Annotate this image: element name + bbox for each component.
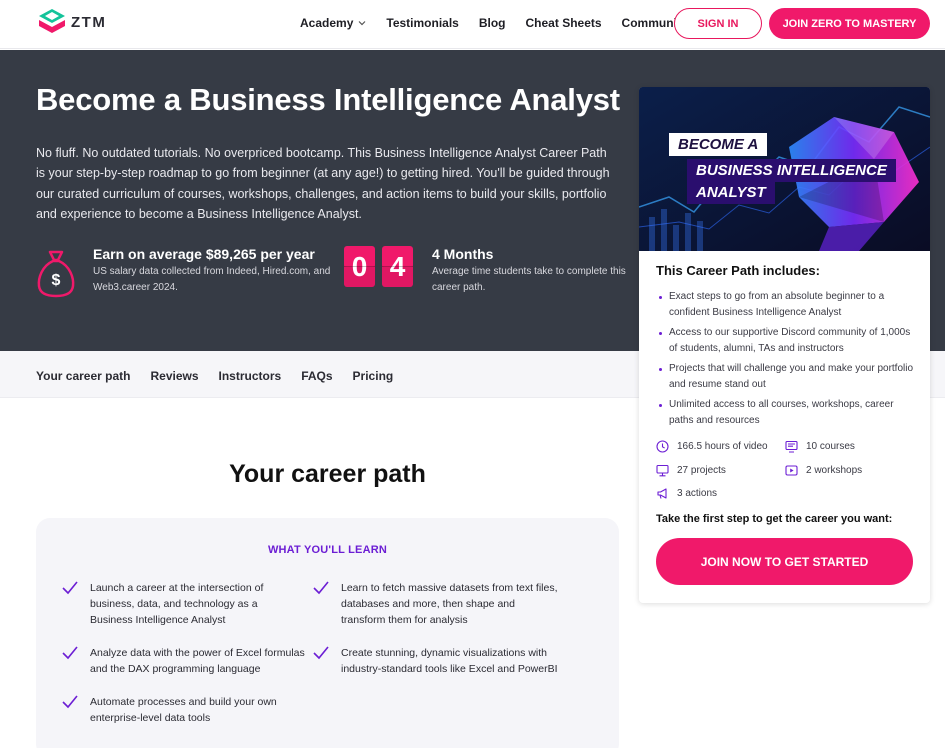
duration-stat-subtitle: Average time students take to complete t…: [432, 266, 626, 293]
learn-item: Launch a career at the intersection of b…: [62, 580, 292, 628]
checkmark-icon: [62, 695, 78, 709]
learn-item: Learn to fetch massive datasets from tex…: [313, 580, 558, 628]
learn-item-text: Automate processes and build your own en…: [90, 696, 277, 724]
what-you-learn-panel: WHAT YOU'LL LEARN Launch a career at the…: [36, 518, 619, 748]
join-now-button[interactable]: JOIN NOW TO GET STARTED: [656, 538, 913, 585]
learn-item-text: Launch a career at the intersection of b…: [90, 582, 264, 626]
ztm-logo[interactable]: ZTM: [36, 6, 106, 38]
career-path-card: BECOME A BUSINESS INTELLIGENCE ANALYST T…: [639, 87, 930, 603]
card-heading: This Career Path includes:: [656, 263, 820, 278]
monitor-icon: [656, 464, 669, 477]
sign-in-button[interactable]: SIGN IN: [674, 8, 762, 39]
banner-text-line-2: BUSINESS INTELLIGENCE: [687, 159, 896, 182]
nav-testimonials[interactable]: Testimonials: [386, 16, 458, 30]
card-cta-text: Take the first step to get the career yo…: [656, 513, 893, 525]
learn-item: Analyze data with the power of Excel for…: [62, 645, 307, 677]
hero-description: No fluff. No outdated tutorials. No over…: [36, 146, 610, 221]
ztm-logo-icon: [39, 9, 65, 33]
duration-stat-title: 4 Months: [432, 246, 494, 262]
tab-faqs[interactable]: FAQs: [301, 369, 332, 383]
learn-item: Create stunning, dynamic visualizations …: [313, 645, 558, 677]
career-path-banner-image: BECOME A BUSINESS INTELLIGENCE ANALYST: [639, 87, 930, 251]
learn-item: Automate processes and build your own en…: [62, 694, 292, 726]
clock-icon: [656, 440, 669, 453]
nav-cheat-sheets[interactable]: Cheat Sheets: [526, 16, 602, 30]
feature-actions: 3 actions: [656, 487, 717, 500]
courses-icon: [785, 440, 798, 453]
checkmark-icon: [313, 646, 329, 660]
duration-digit-2: 4: [382, 246, 413, 287]
join-zero-to-mastery-button[interactable]: JOIN ZERO TO MASTERY: [769, 8, 930, 39]
feature-hours: 166.5 hours of video: [656, 440, 768, 453]
includes-item: Projects that will challenge you and mak…: [656, 361, 916, 393]
feature-actions-label: 3 actions: [677, 488, 718, 499]
chevron-down-icon: [358, 21, 366, 26]
learn-item-text: Learn to fetch massive datasets from tex…: [341, 582, 558, 626]
money-bag-icon: $: [37, 250, 75, 298]
feature-hours-label: 166.5 hours of video: [677, 441, 768, 452]
brand-name: ZTM: [71, 13, 107, 31]
nav-blog[interactable]: Blog: [479, 16, 506, 30]
tab-instructors[interactable]: Instructors: [219, 369, 282, 383]
checkmark-icon: [313, 581, 329, 595]
nav-academy-label: Academy: [300, 16, 354, 30]
duration-digit-1: 0: [344, 246, 375, 287]
feature-projects-label: 27 projects: [677, 465, 726, 476]
learn-item-text: Analyze data with the power of Excel for…: [90, 647, 305, 675]
play-icon: [785, 465, 798, 476]
feature-workshops-label: 2 workshops: [806, 465, 863, 476]
checkmark-icon: [62, 581, 78, 595]
learn-heading: WHAT YOU'LL LEARN: [267, 544, 388, 556]
svg-text:$: $: [52, 272, 61, 289]
checkmark-icon: [62, 646, 78, 660]
includes-item: Unlimited access to all courses, worksho…: [656, 397, 916, 429]
tab-reviews[interactable]: Reviews: [150, 369, 198, 383]
feature-courses-label: 10 courses: [806, 441, 855, 452]
banner-text-line-1: BECOME A: [669, 133, 768, 156]
feature-courses: 10 courses: [785, 440, 855, 453]
page-title: Become a Business Intelligence Analyst: [36, 82, 620, 117]
megaphone-icon: [657, 488, 667, 499]
feature-workshops: 2 workshops: [785, 464, 862, 477]
includes-item: Exact steps to go from an absolute begin…: [656, 289, 916, 321]
includes-item: Access to our supportive Discord communi…: [656, 325, 916, 357]
includes-list: Exact steps to go from an absolute begin…: [656, 289, 916, 433]
main-nav: Academy Testimonials Blog Cheat Sheets C…: [300, 16, 688, 30]
feature-projects: 27 projects: [656, 464, 726, 477]
section-title: Your career path: [229, 460, 426, 488]
salary-stat-subtitle: US salary data collected from Indeed, Hi…: [93, 266, 331, 293]
banner-text-line-3: ANALYST: [687, 181, 775, 204]
tab-your-career-path[interactable]: Your career path: [36, 369, 130, 383]
top-navigation-bar: ZTM Academy Testimonials Blog Cheat Shee…: [0, 0, 945, 49]
learn-item-text: Create stunning, dynamic visualizations …: [341, 647, 558, 675]
salary-stat-title: Earn on average $89,265 per year: [93, 246, 315, 262]
tab-pricing[interactable]: Pricing: [353, 369, 394, 383]
nav-academy[interactable]: Academy: [300, 16, 366, 30]
